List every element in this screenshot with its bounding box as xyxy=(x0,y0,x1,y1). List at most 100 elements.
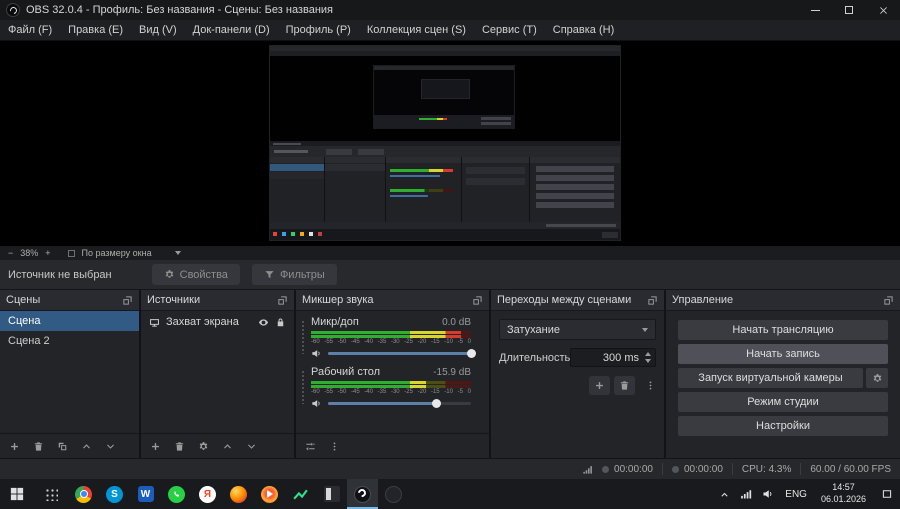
virtual-camera-settings-button[interactable] xyxy=(866,368,888,388)
fit-to-window-checkbox[interactable] xyxy=(67,249,75,257)
close-button[interactable] xyxy=(866,0,900,20)
transition-menu-button[interactable] xyxy=(645,380,656,391)
volume-slider[interactable] xyxy=(328,349,476,358)
meter-tick-label: 0 xyxy=(467,339,471,345)
minimize-icon xyxy=(810,9,820,11)
taskbar-app-firefox[interactable] xyxy=(223,479,254,509)
taskbar-app-yandex-browser[interactable] xyxy=(254,479,285,509)
taskbar-app-yandex[interactable]: Я xyxy=(192,479,223,509)
duration-input[interactable]: 300 ms xyxy=(570,348,656,367)
properties-button[interactable]: Свойства xyxy=(151,264,240,285)
taskbar-app-whatsapp[interactable] xyxy=(161,479,192,509)
taskbar-app-icon[interactable] xyxy=(316,479,347,509)
meter-tick-label: -20 xyxy=(417,339,427,345)
green-app-icon xyxy=(293,489,308,499)
move-source-down-icon[interactable] xyxy=(246,441,257,452)
audio-settings-icon[interactable] xyxy=(305,441,316,452)
menu-item-file[interactable]: Файл (F) xyxy=(0,20,60,40)
menu-item-tools[interactable]: Сервис (T) xyxy=(474,20,545,40)
move-scene-down-icon[interactable] xyxy=(105,441,116,452)
chevron-down-icon xyxy=(642,327,648,332)
task-view-button[interactable] xyxy=(34,479,68,509)
taskbar-app-green[interactable] xyxy=(285,479,316,509)
volume-meter xyxy=(311,385,471,388)
start-recording-button[interactable]: Начать запись xyxy=(678,344,888,364)
visibility-eye-icon[interactable] xyxy=(258,317,269,328)
source-properties-gear-icon[interactable] xyxy=(198,441,209,452)
dock-popout-icon[interactable] xyxy=(122,295,133,306)
meter-tick-label: -60 xyxy=(311,389,320,395)
taskbar-app-obs[interactable] xyxy=(347,479,378,509)
obs-icon xyxy=(354,485,371,503)
preview-canvas[interactable] xyxy=(0,41,900,246)
start-button[interactable] xyxy=(0,479,34,509)
duplicate-scene-icon[interactable] xyxy=(57,441,68,452)
volume-meter xyxy=(311,381,471,384)
zoom-in-button[interactable]: + xyxy=(45,248,50,258)
menu-item-docks[interactable]: Док-панели (D) xyxy=(185,20,278,40)
scene-label: Сцена xyxy=(8,315,41,327)
menu-item-scene-collection[interactable]: Коллекция сцен (S) xyxy=(359,20,474,40)
divider xyxy=(800,463,802,475)
spinner-down-icon[interactable] xyxy=(645,359,651,363)
fit-to-window-label[interactable]: По размеру окна xyxy=(82,248,152,258)
taskbar-app-skype[interactable]: S xyxy=(99,479,130,509)
kebab-menu-icon[interactable] xyxy=(329,441,340,452)
filter-icon xyxy=(265,271,274,278)
scenes-dock-header: Сцены xyxy=(0,290,139,311)
menu-item-edit[interactable]: Правка (E) xyxy=(60,20,131,40)
channel-db-value: -15.9 dB xyxy=(433,367,471,378)
start-virtual-camera-button[interactable]: Запуск виртуальной камеры xyxy=(678,368,863,388)
taskbar-clock[interactable]: 14:57 06.01.2026 xyxy=(813,482,874,505)
volume-slider-handle[interactable] xyxy=(466,349,476,358)
move-scene-up-icon[interactable] xyxy=(81,441,92,452)
remove-source-icon[interactable] xyxy=(174,441,185,452)
taskbar-app-icon[interactable] xyxy=(378,479,409,509)
start-streaming-button[interactable]: Начать трансляцию xyxy=(678,320,888,340)
notification-center-button[interactable] xyxy=(874,479,900,509)
tray-network-button[interactable] xyxy=(735,479,757,509)
remove-transition-button[interactable] xyxy=(614,376,635,395)
dock-popout-icon[interactable] xyxy=(277,295,288,306)
taskbar-app-chrome[interactable] xyxy=(68,479,99,509)
taskbar-app-word[interactable]: W xyxy=(130,479,161,509)
volume-slider[interactable] xyxy=(328,399,471,408)
mini-source-toolbar xyxy=(270,146,620,157)
spinner-up-icon[interactable] xyxy=(645,352,651,356)
meter-tick-label: -45 xyxy=(350,339,360,345)
remove-scene-icon[interactable] xyxy=(33,441,44,452)
menu-item-help[interactable]: Справка (H) xyxy=(545,20,622,40)
menu-item-view[interactable]: Вид (V) xyxy=(131,20,185,40)
mixer-channel-desktop: Рабочий стол -15.9 dB -60 -55 -50 -45 -40 -35… xyxy=(296,361,489,411)
meter-tick-label: -40 xyxy=(364,339,373,345)
minimize-button[interactable] xyxy=(798,0,832,20)
zoom-out-button[interactable]: − xyxy=(8,248,13,258)
add-transition-button[interactable] xyxy=(589,376,610,395)
add-scene-icon[interactable] xyxy=(9,441,20,452)
settings-button[interactable]: Настройки xyxy=(678,416,888,436)
speaker-icon[interactable] xyxy=(311,398,322,409)
maximize-button[interactable] xyxy=(832,0,866,20)
sources-toolbar xyxy=(141,433,294,458)
kebab-menu-icon xyxy=(649,381,652,390)
dock-popout-icon[interactable] xyxy=(472,295,483,306)
add-source-icon[interactable] xyxy=(150,441,161,452)
stream-timer: 00:00:00 xyxy=(602,464,653,475)
dock-popout-icon[interactable] xyxy=(647,295,658,306)
tray-volume-button[interactable] xyxy=(757,479,779,509)
studio-mode-button[interactable]: Режим студии xyxy=(678,392,888,412)
scene-list-item[interactable]: Сцена xyxy=(0,311,139,331)
dock-popout-icon[interactable] xyxy=(883,295,894,306)
chevron-down-icon[interactable] xyxy=(174,251,181,255)
language-indicator[interactable]: ENG xyxy=(779,489,813,500)
speaker-icon[interactable] xyxy=(311,348,322,359)
move-source-up-icon[interactable] xyxy=(222,441,233,452)
filters-button[interactable]: Фильтры xyxy=(251,264,337,285)
scene-list-item[interactable]: Сцена 2 xyxy=(0,331,139,351)
tray-expand-button[interactable] xyxy=(713,479,735,509)
menu-item-profile[interactable]: Профиль (P) xyxy=(278,20,359,40)
lock-icon[interactable] xyxy=(275,317,286,328)
transition-select[interactable]: Затухание xyxy=(499,319,656,340)
volume-slider-handle[interactable] xyxy=(432,399,442,408)
source-list-item[interactable]: Захват экрана xyxy=(141,311,294,333)
